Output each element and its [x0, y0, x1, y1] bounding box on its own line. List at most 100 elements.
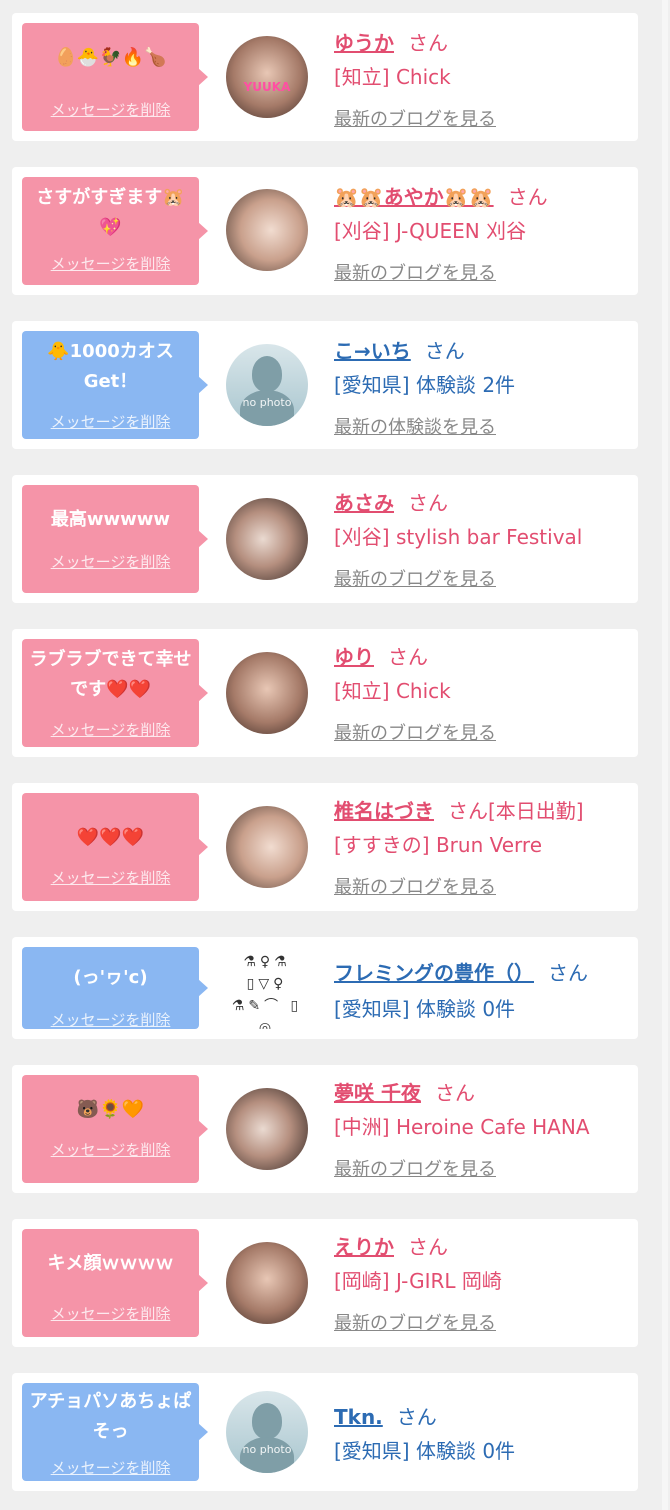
- avatar[interactable]: [226, 806, 308, 888]
- user-name-link[interactable]: 🐹🐹あやか🐹🐹: [334, 185, 494, 209]
- latest-post-link[interactable]: 最新のブログを見る: [334, 1309, 496, 1335]
- latest-post-link[interactable]: 最新のブログを見る: [334, 1155, 496, 1181]
- delete-message-link[interactable]: メッセージを削除: [22, 551, 199, 572]
- user-name-link[interactable]: えりか: [334, 1235, 394, 1259]
- shop-info: [刈谷] J-QUEEN 刈谷: [334, 219, 527, 243]
- list-item: アチョパソあちょぱそっ メッセージを削除 no photo Tkn. さん [愛知…: [12, 1373, 638, 1491]
- honorific: さん: [396, 1405, 437, 1429]
- user-name-link[interactable]: フレミングの豊作（）: [334, 961, 534, 985]
- delete-message-link[interactable]: メッセージを削除: [22, 719, 199, 740]
- shop-info: [すすきの] Brun Verre: [334, 833, 543, 857]
- user-name-row: ゆり さん: [334, 641, 428, 670]
- honorific: さん: [507, 185, 548, 209]
- user-name-link[interactable]: 夢咲 千夜: [334, 1081, 421, 1105]
- avatar-placeholder-head: [252, 356, 282, 392]
- list-item: (っ'ヮ'c) メッセージを削除 ⚗♀⚗ ▯▽♀ ⚗✎⌒ ▯ ◎ フレミングの豊…: [12, 937, 638, 1039]
- message-text: 🐥1000カオス Get！: [47, 341, 174, 392]
- user-name-row: あさみ さん: [334, 487, 448, 516]
- message-text: ラブラブできて幸せです❤️❤️: [29, 649, 192, 700]
- avatar[interactable]: [226, 1088, 308, 1170]
- list-item: 🐻🌻🧡 メッセージを削除 夢咲 千夜 さん [中洲] Heroine Cafe H…: [12, 1065, 638, 1193]
- honorific: さん: [408, 31, 448, 55]
- latest-post-link[interactable]: 最新の体験談を見る: [334, 413, 496, 439]
- honorific: さん: [548, 961, 588, 985]
- avatar[interactable]: YUUKA: [226, 36, 308, 118]
- avatar[interactable]: [226, 498, 308, 580]
- list-item: 最高wwwww メッセージを削除 あさみ さん [刈谷] stylish bar …: [12, 475, 638, 603]
- message-bubble: アチョパソあちょぱそっ メッセージを削除: [22, 1383, 208, 1481]
- honorific: さん: [408, 491, 448, 515]
- list-item: ラブラブできて幸せです❤️❤️ メッセージを削除 ゆり さん [知立] Chick…: [12, 629, 638, 757]
- user-name-link[interactable]: ゆり: [334, 645, 374, 669]
- delete-message-link[interactable]: メッセージを削除: [22, 253, 199, 274]
- message-bubble: 🐥1000カオス Get！ メッセージを削除: [22, 331, 208, 439]
- message-bubble: 🥚🐣🐓🔥🍗 メッセージを削除: [22, 23, 208, 131]
- message-text: (っ'ヮ'c): [73, 967, 148, 988]
- no-photo-label: no photo: [242, 396, 292, 409]
- message-text: さすがすぎます🐹💖: [36, 187, 185, 238]
- user-name-link[interactable]: Tkn.: [334, 1405, 383, 1429]
- message-bubble: さすがすぎます🐹💖 メッセージを削除: [22, 177, 208, 285]
- delete-message-link[interactable]: メッセージを削除: [22, 1139, 199, 1160]
- avatar[interactable]: [226, 652, 308, 734]
- honorific: さん: [434, 1081, 475, 1105]
- user-name-link[interactable]: こ→いち: [334, 339, 411, 363]
- message-text: 🐻🌻🧡: [76, 1099, 145, 1120]
- latest-post-link[interactable]: 最新のブログを見る: [334, 259, 496, 285]
- icon-pattern-avatar: ⚗♀⚗ ▯▽♀ ⚗✎⌒ ▯ ◎: [231, 954, 303, 1029]
- shop-info: [愛知県] 体験談 0件: [334, 1439, 516, 1463]
- avatar[interactable]: ⚗♀⚗ ▯▽♀ ⚗✎⌒ ▯ ◎: [226, 947, 308, 1029]
- user-name-link[interactable]: あさみ: [334, 491, 394, 515]
- honorific: さん[本日出勤]: [448, 799, 584, 823]
- user-name-row: 夢咲 千夜 さん: [334, 1077, 475, 1106]
- message-text: 🥚🐣🐓🔥🍗: [54, 47, 167, 68]
- shop-info: [知立] Chick: [334, 679, 451, 703]
- avatar[interactable]: [226, 189, 308, 271]
- scrollbar[interactable]: [662, 0, 668, 1510]
- list-item: 🥚🐣🐓🔥🍗 メッセージを削除 YUUKA ゆうか さん [知立] Chick 最新…: [12, 13, 638, 141]
- shop-info: [愛知県] 体験談 0件: [334, 997, 516, 1021]
- latest-post-link[interactable]: 最新のブログを見る: [334, 565, 496, 591]
- message-bubble: (っ'ヮ'c) メッセージを削除: [22, 947, 208, 1030]
- user-name-link[interactable]: ゆうか: [334, 31, 394, 55]
- message-list-page: 🥚🐣🐓🔥🍗 メッセージを削除 YUUKA ゆうか さん [知立] Chick 最新…: [0, 0, 670, 1510]
- user-name-row: フレミングの豊作（） さん: [334, 957, 588, 986]
- shop-info: [岡崎] J-GIRL 岡崎: [334, 1269, 502, 1293]
- delete-message-link[interactable]: メッセージを削除: [22, 99, 199, 120]
- delete-message-link[interactable]: メッセージを削除: [22, 411, 199, 432]
- latest-post-link[interactable]: 最新のブログを見る: [334, 873, 496, 899]
- shop-info: [愛知県] 体験談 2件: [334, 373, 516, 397]
- list-item: さすがすぎます🐹💖 メッセージを削除 🐹🐹あやか🐹🐹 さん [刈谷] J-QUEE…: [12, 167, 638, 295]
- message-bubble: ラブラブできて幸せです❤️❤️ メッセージを削除: [22, 639, 208, 747]
- shop-info: [刈谷] stylish bar Festival: [334, 525, 583, 549]
- message-text: アチョパソあちょぱそっ: [29, 1391, 192, 1442]
- user-name-link[interactable]: 椎名はづき: [334, 799, 434, 823]
- delete-message-link[interactable]: メッセージを削除: [22, 1009, 199, 1030]
- avatar[interactable]: no photo: [226, 1391, 308, 1473]
- no-photo-label: no photo: [242, 1443, 292, 1456]
- message-text: 最高wwwww: [50, 509, 171, 530]
- avatar[interactable]: no photo: [226, 344, 308, 426]
- message-bubble: 🐻🌻🧡 メッセージを削除: [22, 1075, 208, 1183]
- latest-post-link[interactable]: 最新のブログを見る: [334, 105, 496, 131]
- user-name-row: ゆうか さん: [334, 27, 448, 56]
- latest-post-link[interactable]: 最新のブログを見る: [334, 719, 496, 745]
- avatar[interactable]: [226, 1242, 308, 1324]
- delete-message-link[interactable]: メッセージを削除: [22, 867, 199, 888]
- user-name-row: Tkn. さん: [334, 1401, 437, 1430]
- list-item: ❤️❤️❤️ メッセージを削除 椎名はづき さん[本日出勤] [すすきの] Bru…: [12, 783, 638, 911]
- user-name-row: 🐹🐹あやか🐹🐹 さん: [334, 181, 548, 210]
- user-name-row: 椎名はづき さん[本日出勤]: [334, 795, 584, 824]
- avatar-placeholder-head: [252, 1403, 282, 1439]
- honorific: さん: [408, 1235, 448, 1259]
- honorific: さん: [388, 645, 428, 669]
- shop-info: [中洲] Heroine Cafe HANA: [334, 1115, 590, 1139]
- user-name-row: えりか さん: [334, 1231, 448, 1260]
- delete-message-link[interactable]: メッセージを削除: [22, 1303, 199, 1324]
- delete-message-link[interactable]: メッセージを削除: [22, 1457, 199, 1478]
- shop-info: [知立] Chick: [334, 65, 451, 89]
- message-bubble: ❤️❤️❤️ メッセージを削除: [22, 793, 208, 901]
- message-bubble: 最高wwwww メッセージを削除: [22, 485, 208, 593]
- list-item: 🐥1000カオス Get！ メッセージを削除 no photo こ→いち さん […: [12, 321, 638, 449]
- avatar-badge: YUUKA: [243, 80, 291, 94]
